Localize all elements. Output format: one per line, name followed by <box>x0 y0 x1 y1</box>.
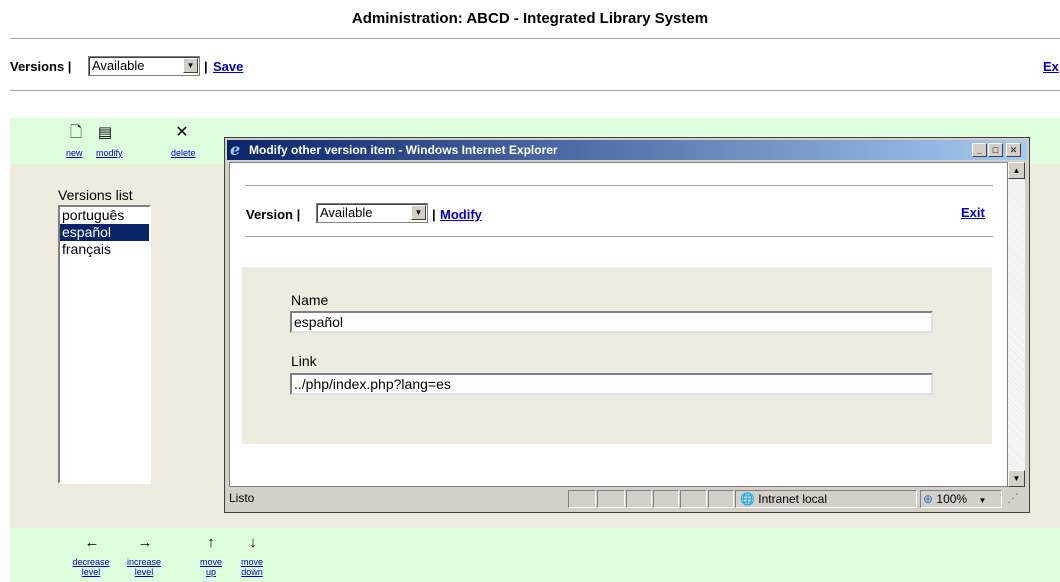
separator: | <box>204 59 208 74</box>
intranet-globe-icon: 🌐 <box>740 492 755 506</box>
arrow-down-icon[interactable]: ↓ <box>245 534 261 551</box>
popup-content: Version | Available ▼ | Modify Exit Name… <box>229 162 1008 487</box>
status-panel <box>653 490 679 508</box>
decrease-level-label-2: level <box>81 567 101 577</box>
list-item[interactable]: português <box>60 207 149 224</box>
popup-window: e Modify other version item - Windows In… <box>224 137 1030 513</box>
popup-divider-bottom <box>245 236 993 237</box>
resize-grip-icon[interactable]: ⋰ <box>1007 491 1019 505</box>
scroll-up-icon[interactable]: ▲ <box>1008 162 1025 179</box>
link-label: Link <box>291 353 317 369</box>
chevron-down-icon[interactable]: ▼ <box>411 205 426 220</box>
modify-document-icon[interactable]: ▤ <box>97 125 113 140</box>
exit-link[interactable]: Ex <box>1043 59 1059 74</box>
increase-level-button[interactable]: increase level <box>121 557 167 577</box>
version-label: Version | <box>246 207 301 222</box>
new-button[interactable]: new <box>66 148 83 158</box>
arrow-up-icon[interactable]: ↑ <box>203 534 219 551</box>
status-panel <box>626 490 652 508</box>
list-item[interactable]: français <box>60 241 149 258</box>
list-item-selected[interactable]: español <box>60 224 149 241</box>
minimize-icon[interactable]: _ <box>972 143 987 157</box>
move-up-button[interactable]: move up <box>199 557 223 577</box>
chevron-down-icon[interactable]: ▼ <box>978 496 986 505</box>
zoom-icon: ⊕ <box>923 492 934 506</box>
popup-divider-top <box>245 185 993 186</box>
internet-explorer-icon: e <box>230 140 241 159</box>
status-bar: Listo 🌐 Intranet local ⊕ 100% ▼ ⋰ <box>227 489 1027 510</box>
link-field[interactable]: ../php/index.php?lang=es <box>290 373 933 395</box>
move-up-label-1: move <box>199 557 222 567</box>
zone-panel[interactable]: 🌐 Intranet local <box>735 490 917 508</box>
new-document-icon[interactable]: 🗋 <box>68 125 84 140</box>
name-label: Name <box>291 292 329 308</box>
arrow-left-icon[interactable]: ← <box>84 534 100 551</box>
delete-button[interactable]: delete <box>171 148 196 158</box>
versions-label: Versions | <box>10 59 72 74</box>
chevron-down-icon[interactable]: ▼ <box>183 58 198 73</box>
status-panel <box>568 490 596 508</box>
save-link[interactable]: Save <box>213 59 243 74</box>
zoom-level: 100% <box>936 492 968 506</box>
header-divider <box>10 38 1060 39</box>
popup-version-select[interactable]: Available ▼ <box>316 203 428 223</box>
form-box: Name español Link ../php/index.php?lang=… <box>242 267 992 444</box>
move-up-label-2: up <box>205 567 216 577</box>
increase-level-label-1: increase <box>126 557 162 567</box>
increase-level-label-2: level <box>134 567 154 577</box>
move-down-label-2: down <box>241 567 263 577</box>
popup-scrollbar[interactable]: ▲ ▼ <box>1008 162 1025 487</box>
scroll-down-icon[interactable]: ▼ <box>1008 470 1025 487</box>
page-title: Administration: ABCD - Integrated Librar… <box>351 10 709 27</box>
move-down-label-1: move <box>240 557 263 567</box>
status-text: Listo <box>229 491 255 505</box>
zoom-panel[interactable]: ⊕ 100% ▼ <box>920 490 1002 508</box>
move-down-button[interactable]: move down <box>235 557 269 577</box>
toolbar-divider <box>10 90 1060 91</box>
popup-title: Modify other version item - Windows Inte… <box>249 143 558 157</box>
popup-version-select-value: Available <box>320 205 373 220</box>
popup-titlebar[interactable]: e Modify other version item - Windows In… <box>227 140 1027 160</box>
zone-text: Intranet local <box>758 492 828 506</box>
status-panel <box>597 490 625 508</box>
delete-icon[interactable]: ✕ <box>174 125 190 141</box>
version-select[interactable]: Available ▼ <box>88 56 200 76</box>
bottom-toolbar-band <box>10 528 1060 582</box>
versions-list[interactable]: português español français <box>58 205 151 484</box>
modify-link[interactable]: Modify <box>440 207 482 222</box>
status-panel <box>708 490 734 508</box>
status-panel <box>680 490 707 508</box>
close-icon[interactable]: ✕ <box>1006 143 1021 157</box>
arrow-right-icon[interactable]: → <box>137 534 153 551</box>
modify-button[interactable]: modify <box>96 148 123 158</box>
decrease-level-label-1: decrease <box>72 557 110 567</box>
version-select-value: Available <box>92 58 145 73</box>
popup-exit-link[interactable]: Exit <box>961 205 985 220</box>
separator: | <box>432 207 436 222</box>
name-field[interactable]: español <box>290 311 933 333</box>
maximize-icon[interactable]: □ <box>988 143 1003 157</box>
versions-list-caption: Versions list <box>58 187 133 203</box>
decrease-level-button[interactable]: decrease level <box>66 557 116 577</box>
